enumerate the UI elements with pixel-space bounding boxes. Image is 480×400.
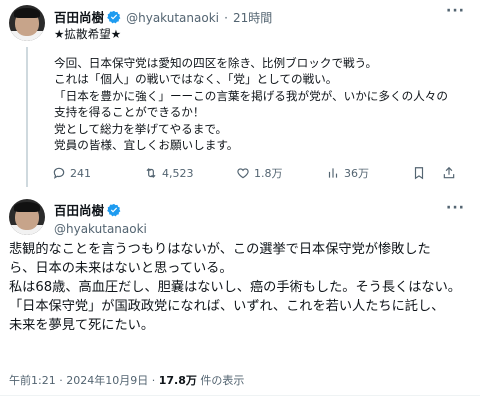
bookmark-icon (414, 167, 424, 180)
tweet-line: ★拡散希望★ (54, 27, 122, 41)
separator-dot: · (151, 374, 156, 387)
retweet-count: 4,523 (162, 166, 194, 180)
views-label: 件の表示 (196, 374, 245, 387)
tweet-line: 悲観的なことを言うつもりはないが、この選挙で日本保守党が惨敗した (9, 242, 431, 257)
tweet2-body: 悲観的なことを言うつもりはないが、この選挙で日本保守党が惨敗した ら、日本の未来… (9, 240, 474, 335)
author-name[interactable]: 百田尚樹 (54, 10, 104, 25)
tweet-line: ら、日本の未来はないと思っている。 (9, 261, 233, 276)
tweet-line: 私は68歳、高血圧だし、胆嚢はないし、癌の手術もした。そう長くはない。 (9, 280, 461, 295)
post-date[interactable]: 2024年10月9日 (66, 374, 148, 387)
retweet-button[interactable]: 4,523 (144, 166, 236, 180)
tweet-line: 今回、日本保守党は愛知の四区を除き、比例ブロックで戦う。 (54, 55, 378, 70)
tweet2-header: 百田尚樹 @hyakutanaoki (54, 200, 147, 236)
separator-dot: · (224, 11, 228, 25)
bookmark-button[interactable] (412, 166, 442, 180)
share-button[interactable] (442, 166, 456, 180)
analytics-icon (328, 168, 338, 178)
tweet1-body: ★拡散希望★ 今回、日本保守党は愛知の四区を除き、比例ブロックで戦う。 これは「… (54, 26, 469, 154)
avatar[interactable] (9, 199, 45, 235)
post-time[interactable]: 21時間 (233, 11, 272, 25)
like-button[interactable]: 1.8万 (236, 165, 326, 181)
divider (0, 395, 480, 396)
retweet-icon (146, 168, 156, 178)
like-count: 1.8万 (254, 167, 283, 180)
view-count: 36万 (344, 167, 369, 180)
views-button[interactable]: 36万 (326, 165, 412, 181)
view-count: 17.8万 (158, 374, 197, 387)
tweet-line: 支持を得ることができるか！ (54, 105, 205, 119)
author-handle[interactable]: @hyakutanaoki (126, 11, 219, 25)
tweet-line: 「日本を豊かに強く」ーーこの言葉を掲げる我が党が、いかに多くの人々の (54, 88, 448, 103)
verified-badge-icon[interactable] (107, 202, 121, 221)
more-options-icon[interactable]: ··· (446, 200, 465, 216)
reply-button[interactable]: 241 (52, 166, 144, 180)
tweet-line: 党として総力を挙げてやるまで。 (54, 121, 228, 136)
heart-icon (237, 168, 249, 179)
tweet-line: 未来を夢見て死にたい。 (9, 318, 155, 333)
author-handle[interactable]: @hyakutanaoki (54, 222, 147, 236)
thread-connector (26, 47, 28, 187)
separator-dot: · (59, 374, 63, 387)
post-time[interactable]: 午前1:21 (9, 374, 56, 387)
author-name[interactable]: 百田尚樹 (54, 203, 104, 218)
tweet-line: 党員の皆様、宜しくお願いします。 (54, 138, 239, 152)
tweet-line: 「日本保守党」が国政政党になれば、いずれ、これを若い人たちに託し、 (9, 299, 445, 314)
post-meta: 午前1:21 · 2024年10月9日 · 17.8万 件の表示 (9, 372, 244, 388)
tweet1-header: 百田尚樹 @hyakutanaoki · 21時間 (54, 7, 272, 28)
reply-count: 241 (70, 166, 91, 180)
reply-icon (53, 167, 65, 179)
share-icon (443, 166, 455, 179)
tweet1-actions: 241 4,523 1.8万 36万 (52, 164, 472, 182)
more-options-icon[interactable]: ··· (446, 3, 465, 19)
tweet-line: これは「個人」の戦いではなく、「党」としての戦い。 (54, 72, 338, 86)
avatar[interactable] (9, 5, 45, 41)
